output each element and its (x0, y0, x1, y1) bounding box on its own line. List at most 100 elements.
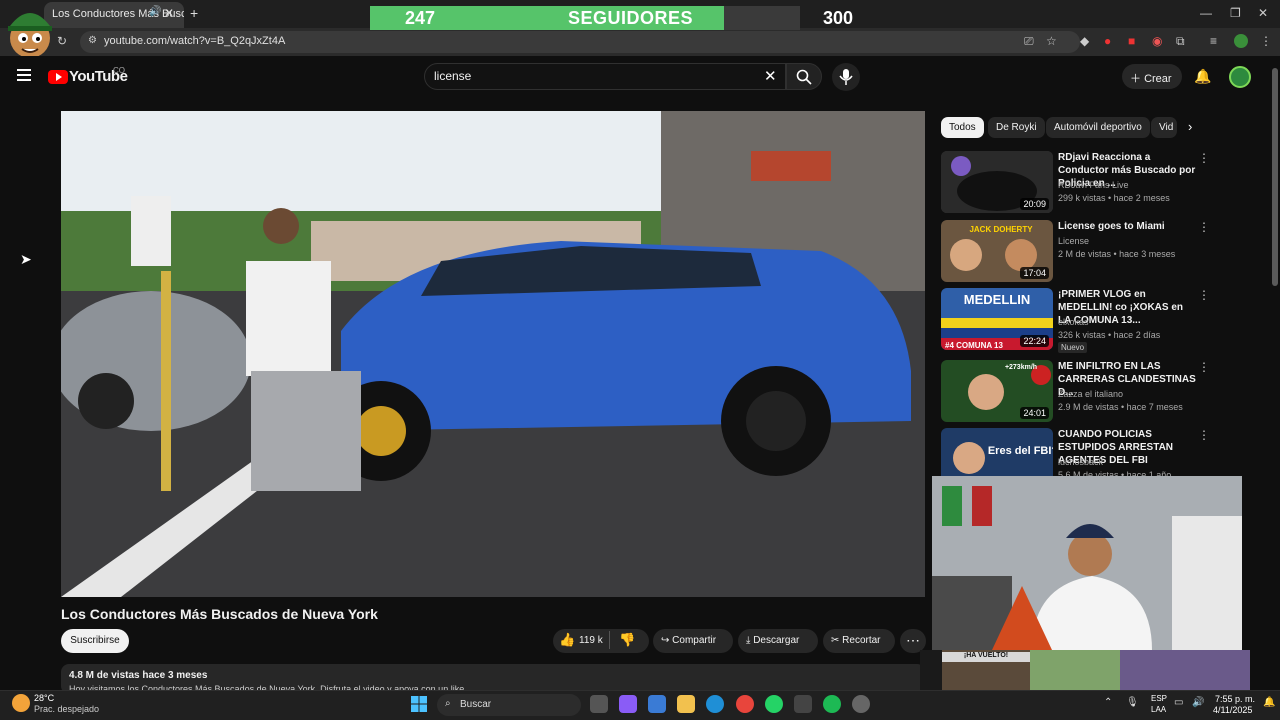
keyboard-language[interactable]: ESP (1151, 694, 1167, 703)
weather-temperature[interactable]: 28°C (34, 693, 54, 703)
media-control-icon[interactable]: ≡ (1210, 34, 1217, 48)
browser-tab[interactable]: Los Conductores Más Buscados (44, 2, 184, 28)
voice-search-button[interactable] (832, 63, 860, 91)
video-thumbnail[interactable]: +273km/h 24:01 (941, 360, 1053, 422)
maximize-icon[interactable]: ❐ (1230, 6, 1241, 20)
more-options-icon[interactable]: ⋮ (1198, 220, 1210, 234)
close-window-icon[interactable]: ✕ (1258, 6, 1268, 20)
search-input[interactable] (424, 63, 786, 90)
weather-icon[interactable] (12, 694, 30, 712)
create-button[interactable]: ＋ Crear (1122, 64, 1182, 89)
scissors-icon: ✂ (831, 635, 843, 646)
follower-count: 247 (405, 8, 436, 28)
extension-record-icon[interactable]: ● (1104, 34, 1111, 48)
user-avatar[interactable] (1229, 66, 1251, 88)
notification-center-icon[interactable]: 🔔 (1263, 697, 1275, 708)
more-options-icon[interactable]: ⋮ (1198, 288, 1210, 302)
like-icon[interactable]: 👍 (559, 632, 575, 648)
tab-audio-icon[interactable]: 🔊 (149, 6, 161, 17)
extension-red-icon[interactable]: ◉ (1152, 34, 1162, 48)
new-tab-button[interactable]: + (190, 5, 198, 21)
recommendation-channel[interactable]: RDJavi Fans Live (1058, 180, 1129, 190)
chip-todos[interactable]: Todos (941, 117, 984, 138)
store-icon[interactable] (648, 695, 666, 713)
edge-icon[interactable] (706, 695, 724, 713)
clip-label: Recortar (842, 635, 881, 646)
copilot-icon[interactable] (619, 695, 637, 713)
recommendation-item[interactable]: 20:09 RDjavi Reacciona a Conductor más B… (940, 151, 1260, 217)
network-icon[interactable]: ▭ (1174, 697, 1183, 708)
more-options-icon[interactable]: ⋮ (1198, 428, 1210, 442)
bookmark-star-icon[interactable]: ☆ (1046, 34, 1057, 48)
recommendation-title[interactable]: License goes to Miami (1058, 220, 1198, 233)
clock-date[interactable]: 4/11/2025 (1213, 705, 1252, 715)
more-options-icon[interactable]: ⋮ (1198, 151, 1210, 165)
tab-close-icon[interactable]: ✕ (164, 6, 174, 20)
video-player[interactable] (61, 111, 925, 597)
search-button[interactable] (786, 63, 822, 90)
notifications-bell-icon[interactable]: 🔔 (1194, 68, 1211, 85)
extension-icon[interactable]: ◆ (1080, 34, 1089, 48)
download-button[interactable]: ⤓ Descargar (738, 629, 818, 653)
chip-automovil-deportivo[interactable]: Automóvil deportivo (1046, 117, 1150, 138)
windows-start-icon[interactable] (411, 696, 427, 712)
spotify-icon[interactable] (823, 695, 841, 713)
follower-label: SEGUIDORES (568, 8, 694, 28)
tray-mic-icon[interactable]: 🎙 (1126, 697, 1139, 708)
clip-button[interactable]: ✂ Recortar (823, 629, 895, 653)
profile-avatar-icon[interactable] (1234, 34, 1248, 48)
recommendation-channel[interactable]: License (1058, 236, 1089, 246)
task-view-icon[interactable] (590, 695, 608, 713)
recommendation-item[interactable]: JACK DOHERTY 17:04 License goes to Miami… (940, 220, 1260, 286)
search-clear-icon[interactable]: ✕ (764, 67, 777, 85)
extensions-puzzle-icon[interactable]: ⧉ (1176, 34, 1185, 49)
like-divider (609, 631, 610, 649)
video-thumbnail[interactable]: 20:09 (941, 151, 1053, 213)
app-cube-icon[interactable] (794, 695, 812, 713)
recommendation-channel[interactable]: elxokas (1058, 317, 1089, 327)
like-count[interactable]: 119 k (579, 635, 603, 646)
recommendation-channel[interactable]: Zazza el italiano (1058, 389, 1123, 399)
hamburger-menu-icon[interactable] (17, 69, 31, 84)
tray-chevron-up-icon[interactable]: ⌃ (1104, 697, 1112, 708)
whatsapp-icon[interactable] (765, 695, 783, 713)
search-input-value[interactable]: license (434, 69, 471, 83)
share-icon: ↪ (661, 635, 673, 646)
scrollbar-thumb[interactable] (1272, 68, 1278, 286)
dislike-icon[interactable]: 👎 (619, 632, 635, 648)
reload-icon[interactable]: ↻ (57, 34, 67, 48)
chrome-icon[interactable] (736, 695, 754, 713)
video-frame (61, 111, 925, 597)
chip-de-royki[interactable]: De Royki (988, 117, 1045, 138)
subscribe-button[interactable]: Suscribirse (61, 629, 129, 653)
taskbar-search-icon: ⌕ (445, 698, 451, 709)
keyboard-layout[interactable]: LAA (1151, 705, 1166, 714)
video-thumbnail[interactable]: JACK DOHERTY 17:04 (941, 220, 1053, 282)
more-options-icon[interactable]: ⋮ (1198, 360, 1210, 374)
obs-icon[interactable] (852, 695, 870, 713)
taskbar-search-placeholder[interactable]: Buscar (460, 699, 491, 710)
chevron-right-icon[interactable]: › (1188, 119, 1192, 134)
file-explorer-icon[interactable] (677, 695, 695, 713)
extension-badge-icon[interactable]: ■ (1128, 34, 1135, 48)
browser-menu-icon[interactable]: ⋮ (1260, 34, 1272, 48)
site-info-icon[interactable]: ⚙ (88, 35, 97, 46)
video-thumbnail[interactable]: MEDELLIN #4 COMUNA 13 22:24 (941, 288, 1053, 350)
recommendation-item[interactable]: +273km/h 24:01 ME INFILTRO EN LAS CARRER… (940, 360, 1260, 426)
recommendation-item[interactable]: MEDELLIN #4 COMUNA 13 22:24 ¡PRIMER VLOG … (940, 288, 1260, 354)
share-button[interactable]: ↪ Compartir (653, 629, 733, 653)
chip-videos[interactable]: Vid (1151, 117, 1177, 138)
clock-time[interactable]: 7:55 p. m. (1215, 694, 1255, 704)
taskbar-search[interactable] (437, 694, 581, 716)
minimize-icon[interactable]: — (1200, 6, 1212, 20)
recommendation-channel[interactable]: luchosback (1058, 457, 1103, 467)
streamer-cartoon-avatar (8, 13, 52, 58)
view-count-date: 4.8 M de vistas hace 3 meses (69, 670, 208, 681)
cast-icon[interactable]: ⎚ (1024, 34, 1034, 49)
youtube-logo-icon[interactable] (48, 70, 68, 84)
url-text[interactable]: youtube.com/watch?v=B_Q2qJxZt4A (104, 35, 285, 47)
weather-description[interactable]: Prac. despejado (34, 704, 99, 714)
microphone-icon (839, 69, 853, 85)
video-duration: 17:04 (1020, 267, 1049, 279)
volume-icon[interactable]: 🔊 (1192, 697, 1204, 708)
